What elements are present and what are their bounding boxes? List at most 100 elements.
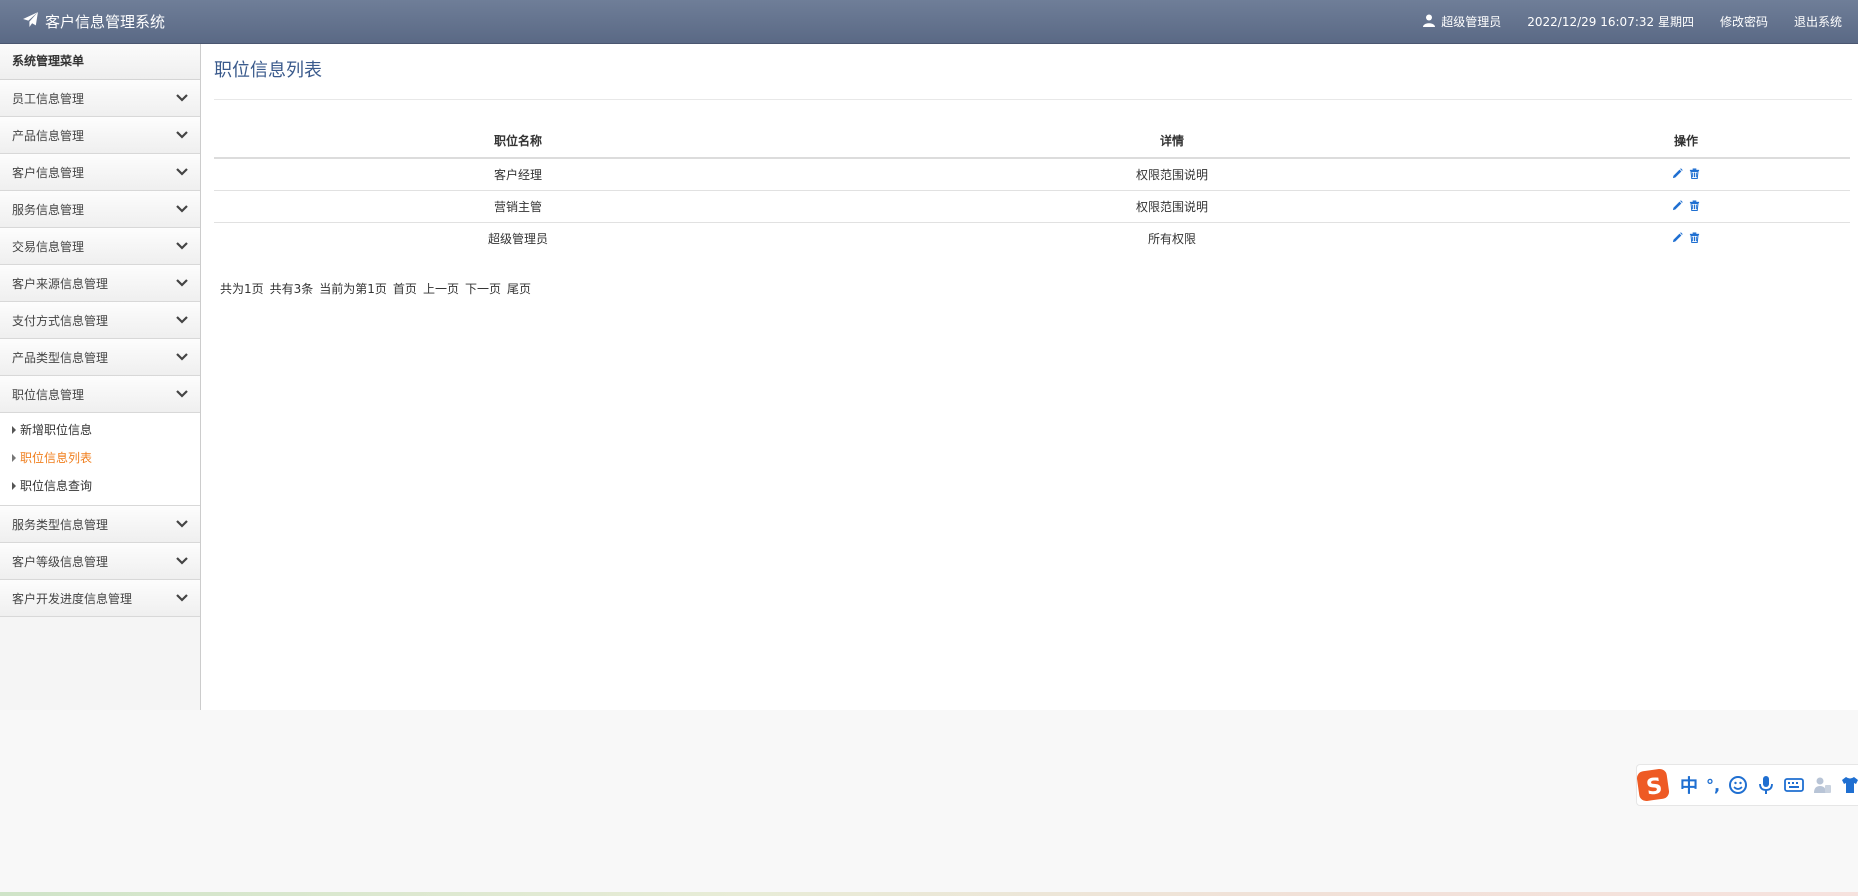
- table-header-row: 职位名称 详情 操作: [214, 123, 1850, 159]
- sidebar: 系统管理菜单 员工信息管理 产品信息管理 客户信息管理 服务信息管理 交易信息管…: [0, 44, 201, 710]
- chevron-down-icon: [176, 239, 188, 253]
- sidebar-item-label: 产品信息管理: [12, 128, 85, 143]
- delete-icon[interactable]: [1689, 167, 1700, 179]
- current-user: 超级管理员: [1423, 13, 1501, 30]
- pager-total-pages: 共为1页: [220, 282, 264, 296]
- sidebar-item-label: 服务信息管理: [12, 202, 85, 217]
- position-submenu: 新增职位信息 职位信息列表 职位信息查询: [0, 413, 200, 506]
- position-detail-cell: 所有权限: [1147, 232, 1196, 246]
- chevron-down-icon: [176, 91, 188, 105]
- app-title: 客户信息管理系统: [45, 13, 166, 31]
- sidebar-item-employee[interactable]: 员工信息管理: [0, 80, 200, 117]
- chevron-down-icon: [176, 128, 188, 142]
- page-title: 职位信息列表: [214, 60, 322, 81]
- sidebar-item-label: 产品类型信息管理: [12, 350, 109, 365]
- main-content: 职位信息列表 职位名称 详情 操作 客户经理 权限范围说明 营销主管 权限范围说…: [201, 44, 1858, 710]
- keyboard-icon[interactable]: [1784, 775, 1804, 795]
- sidebar-item-product[interactable]: 产品信息管理: [0, 117, 200, 154]
- table-row: 营销主管 权限范围说明: [214, 190, 1850, 223]
- sidebar-item-label: 客户来源信息管理: [12, 276, 109, 291]
- sidebar-item-label: 客户信息管理: [12, 165, 85, 180]
- pager-first-link[interactable]: 首页: [393, 280, 417, 297]
- pagination: 共为1页 共有3条 当前为第1页 首页 上一页 下一页 尾页: [220, 280, 531, 297]
- bottom-strip: [0, 892, 1858, 896]
- column-header: 详情: [822, 123, 1522, 159]
- submenu-label: 职位信息查询: [20, 479, 93, 493]
- microphone-icon[interactable]: [1756, 775, 1776, 795]
- edit-icon[interactable]: [1672, 199, 1683, 211]
- chevron-down-icon: [176, 554, 188, 568]
- chevron-down-icon: [176, 350, 188, 364]
- position-name-cell: 营销主管: [214, 190, 822, 223]
- user-icon: [1423, 14, 1436, 30]
- sidebar-title: 系统管理菜单: [0, 44, 200, 80]
- user-name: 超级管理员: [1441, 15, 1502, 29]
- paper-plane-icon: [22, 11, 39, 32]
- sidebar-item-payment-method[interactable]: 支付方式信息管理: [0, 302, 200, 339]
- pager-last-link[interactable]: 尾页: [507, 280, 531, 297]
- sidebar-item-position[interactable]: 职位信息管理: [0, 376, 200, 413]
- sidebar-item-label: 客户开发进度信息管理: [12, 591, 133, 606]
- submenu-position-query[interactable]: 职位信息查询: [0, 472, 200, 500]
- sidebar-item-service-type[interactable]: 服务类型信息管理: [0, 506, 200, 543]
- sidebar-item-label: 员工信息管理: [12, 91, 85, 106]
- sidebar-item-label: 客户等级信息管理: [12, 554, 109, 569]
- sidebar-item-product-type[interactable]: 产品类型信息管理: [0, 339, 200, 376]
- user-assist-icon[interactable]: [1812, 775, 1832, 795]
- current-datetime: 2022/12/29 16:07:32 星期四: [1527, 15, 1694, 29]
- chevron-down-icon: [176, 387, 188, 401]
- emoji-icon[interactable]: [1728, 775, 1748, 795]
- pager-prev-link[interactable]: 上一页: [423, 280, 459, 297]
- actions-cell: [1522, 190, 1850, 223]
- caret-right-icon: [12, 482, 16, 490]
- ime-toolbar: S 中 °,: [1636, 764, 1858, 806]
- sogou-logo-icon[interactable]: S: [1636, 767, 1672, 803]
- edit-icon[interactable]: [1672, 231, 1683, 243]
- caret-right-icon: [12, 426, 16, 434]
- skin-shirt-icon[interactable]: [1840, 775, 1858, 795]
- chevron-down-icon: [176, 202, 188, 216]
- delete-icon[interactable]: [1689, 199, 1700, 211]
- sidebar-item-customer-level[interactable]: 客户等级信息管理: [0, 543, 200, 580]
- chevron-down-icon: [176, 165, 188, 179]
- change-password-link[interactable]: 修改密码: [1720, 13, 1768, 30]
- logout-link[interactable]: 退出系统: [1794, 13, 1842, 30]
- pager-next-link[interactable]: 下一页: [465, 280, 501, 297]
- delete-icon[interactable]: [1689, 231, 1700, 243]
- sidebar-item-dev-progress[interactable]: 客户开发进度信息管理: [0, 580, 200, 617]
- pager-current-page: 当前为第1页: [319, 282, 387, 296]
- ime-language-toggle[interactable]: 中: [1680, 772, 1698, 798]
- sidebar-item-service[interactable]: 服务信息管理: [0, 191, 200, 228]
- sidebar-item-label: 职位信息管理: [12, 387, 85, 402]
- position-detail-cell: 权限范围说明: [822, 190, 1522, 223]
- actions-cell: [1522, 223, 1850, 255]
- sidebar-item-transaction[interactable]: 交易信息管理: [0, 228, 200, 265]
- submenu-label: 职位信息列表: [20, 451, 93, 465]
- top-header: 客户信息管理系统 超级管理员 2022/12/29 16:07:32 星期四 修…: [0, 0, 1858, 44]
- edit-icon[interactable]: [1672, 167, 1683, 179]
- sidebar-item-label: 服务类型信息管理: [12, 517, 109, 532]
- column-header: 职位名称: [214, 123, 822, 159]
- chevron-down-icon: [176, 276, 188, 290]
- chevron-down-icon: [176, 591, 188, 605]
- table-row: 客户经理 权限范围说明: [214, 158, 1850, 191]
- sidebar-item-customer-source[interactable]: 客户来源信息管理: [0, 265, 200, 302]
- chevron-down-icon: [176, 313, 188, 327]
- chevron-down-icon: [176, 517, 188, 531]
- sidebar-item-label: 交易信息管理: [12, 239, 85, 254]
- table-row: 超级管理员 所有权限: [214, 223, 1850, 255]
- divider: [214, 99, 1852, 100]
- position-name-cell: 超级管理员: [487, 232, 548, 246]
- sidebar-item-customer[interactable]: 客户信息管理: [0, 154, 200, 191]
- position-table: 职位名称 详情 操作 客户经理 权限范围说明 营销主管 权限范围说明 超级管理员…: [214, 123, 1850, 254]
- submenu-add-position[interactable]: 新增职位信息: [0, 416, 200, 444]
- sidebar-item-label: 支付方式信息管理: [12, 313, 109, 328]
- ime-punctuation-toggle[interactable]: °,: [1706, 776, 1720, 795]
- submenu-position-list[interactable]: 职位信息列表: [0, 444, 200, 472]
- column-header: 操作: [1522, 123, 1850, 159]
- pager-total-records: 共有3条: [269, 282, 314, 296]
- actions-cell: [1522, 158, 1850, 191]
- submenu-label: 新增职位信息: [20, 423, 93, 437]
- caret-right-icon: [12, 454, 16, 462]
- position-detail-cell: 权限范围说明: [822, 158, 1522, 191]
